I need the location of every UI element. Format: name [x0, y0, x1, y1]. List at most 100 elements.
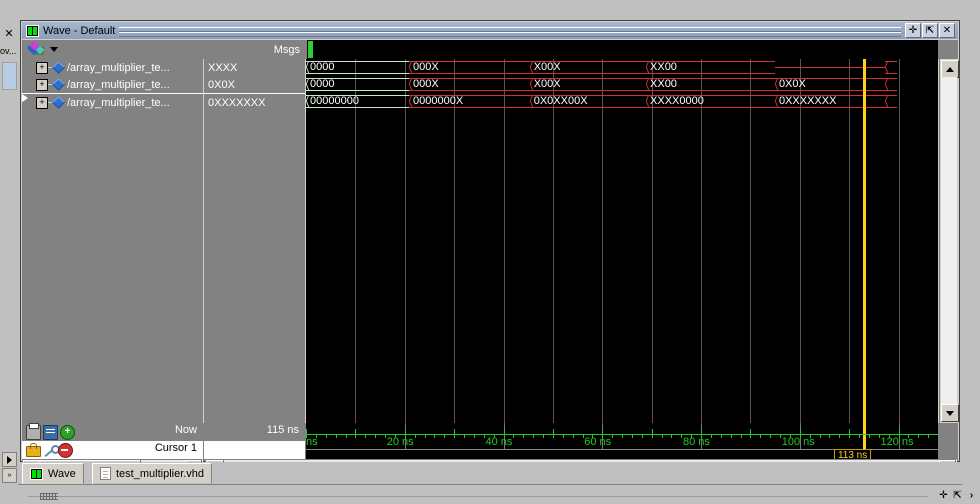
waveform-transition: [644, 95, 649, 108]
left-dock-close-icon[interactable]: ✕: [1, 26, 17, 42]
wave-gridline: [504, 59, 505, 423]
cursor1-value-row[interactable]: 113 ns: [204, 441, 305, 459]
time-origin-marker: [308, 41, 313, 58]
signal-value-2: 0XXXXXXX: [208, 96, 266, 109]
waveform-row-1[interactable]: 0000 000X X00X XX00 0X0X: [306, 76, 938, 93]
expand-signal-icon[interactable]: +: [36, 96, 48, 109]
cursor1-label: Cursor 1: [154, 442, 197, 454]
waveform-segment: XX00: [646, 61, 775, 74]
cursor-icons: [26, 442, 73, 458]
modelsim-wave-window: ✕ ov... » Wave - Default ✛ ⇱ ✕ Msgs + /a…: [0, 0, 980, 504]
maximize-button[interactable]: ⇱: [922, 23, 938, 38]
document-tab-icon: [100, 467, 111, 480]
wave-header-strip: [307, 40, 938, 59]
scroll-up-button[interactable]: [941, 60, 959, 78]
signal-name: /array_multiplier_te...: [67, 61, 170, 74]
top-strip: [0, 0, 980, 18]
left-dock-scroll-right-button[interactable]: [2, 452, 17, 467]
ruler-label-80: 80 ns: [683, 436, 710, 448]
wave-body: + /array_multiplier_te... + /array_multipli…: [22, 59, 959, 423]
cursor1-row[interactable]: Cursor 1: [22, 441, 203, 459]
cursor-line[interactable]: [862, 59, 866, 423]
signal-row-1[interactable]: + /array_multiplier_te...: [22, 76, 203, 93]
object-menu[interactable]: [23, 40, 205, 59]
ruler-label-60: 60 ns: [584, 436, 612, 448]
add-cursor-icon[interactable]: +: [60, 424, 75, 440]
waveform-segment: X00X: [529, 78, 646, 91]
waveform-transition: [773, 95, 778, 108]
vertical-scroll-track[interactable]: [941, 77, 957, 405]
lock-cursor-icon[interactable]: [26, 442, 41, 457]
configure-cursor-icon[interactable]: [43, 444, 60, 457]
wave-gridline: [355, 59, 356, 423]
waveform-segment-label: 0000000X: [413, 95, 464, 107]
tab-test-multiplier[interactable]: test_multiplier.vhd: [92, 463, 213, 484]
waveform-segment-label: XXXX0000: [650, 95, 704, 107]
waveform-transition: [644, 78, 649, 91]
waveform-segment: X00X: [529, 61, 646, 74]
waveform-segment-label: 0000: [310, 78, 335, 90]
left-dock-strip: ✕ ov... »: [0, 18, 18, 483]
ruler-baseline: [306, 434, 938, 435]
waveform-segment-label: 000X: [413, 61, 439, 73]
time-ruler[interactable]: ns 20 ns 40 ns 60 ns 80 ns 100 ns 120 ns 113 n…: [306, 423, 938, 461]
delete-cursor-icon[interactable]: [58, 442, 73, 458]
waveform-segment: 0XXXXXXX: [774, 95, 885, 108]
titlebar-buttons: ✛ ⇱ ✕: [905, 23, 955, 38]
cursor-values: 115 ns 113 ns: [204, 423, 305, 461]
wave-gridline: [652, 59, 653, 423]
expand-signal-icon[interactable]: +: [36, 78, 48, 91]
wave-gridline: [405, 59, 406, 423]
signal-diamond-icon: [52, 78, 65, 91]
expand-signal-icon[interactable]: +: [36, 61, 48, 74]
scroll-down-button[interactable]: [941, 404, 959, 422]
tab-test-multiplier-label: test_multiplier.vhd: [116, 467, 205, 480]
waveform-transition: [407, 78, 412, 91]
waveform-segment-label: 0000: [310, 61, 335, 73]
wave-header-corner: [939, 40, 958, 59]
annotation-icon[interactable]: [43, 424, 58, 440]
waveform-transition: [773, 78, 778, 91]
tab-wave-label: Wave: [48, 467, 76, 480]
cursor-panel-corner: [939, 423, 958, 461]
wave-vertical-scrollbar[interactable]: [939, 59, 959, 423]
tab-wave[interactable]: Wave: [22, 463, 84, 484]
wave-gridline: [899, 59, 900, 423]
print-icon[interactable]: [26, 422, 41, 440]
wave-header-row: Msgs: [22, 40, 958, 59]
waveform-transition: [306, 95, 309, 108]
signal-value-0: XXXX: [208, 61, 238, 74]
signal-value-1: 0X0X: [208, 78, 235, 91]
signal-values-pane[interactable]: XXXX 0X0X 0XXXXXXX: [204, 59, 305, 423]
waveform-transition: [883, 95, 888, 108]
waveform-transition: [644, 61, 649, 74]
wave-gridline: [849, 59, 850, 423]
waveform-segment-label: 0XXXXXXX: [778, 95, 837, 107]
undock-button[interactable]: ✛: [905, 23, 921, 38]
waveform-transition: [528, 95, 533, 108]
waveform-row-2[interactable]: 00000000 0000000X 0X0XX00X XXXX0000 0XXXXXXX: [306, 93, 938, 110]
waveform-transition: [883, 61, 888, 74]
selected-signal-marker: [22, 94, 28, 102]
status-grip[interactable]: [40, 493, 58, 500]
time-ruler-pane[interactable]: ns 20 ns 40 ns 60 ns 80 ns 100 ns 120 ns 113 n…: [306, 423, 938, 461]
status-maximize-button[interactable]: ⇱: [951, 490, 964, 502]
waveform-segment: 000X: [409, 61, 530, 74]
waveform-transition: [407, 95, 412, 108]
waveform-transition: [528, 78, 533, 91]
now-icons: +: [26, 422, 75, 440]
waveform-pane[interactable]: 0000 000X X00X XX00 0000 000X X00X XX00 0X0X 0000…: [306, 59, 938, 423]
waveform-segment: XXXX0000: [646, 95, 775, 108]
waveform-row-0[interactable]: 0000 000X X00X XX00: [306, 59, 938, 76]
left-dock-expand-button[interactable]: »: [2, 468, 17, 483]
status-undock-button[interactable]: ✛: [937, 490, 950, 502]
chevron-down-icon[interactable]: [50, 47, 58, 52]
close-button[interactable]: ✕: [939, 23, 955, 38]
wave-window-titlebar[interactable]: Wave - Default ✛ ⇱ ✕: [22, 22, 958, 39]
signal-names-pane[interactable]: + /array_multiplier_te... + /array_multipli…: [22, 59, 203, 423]
status-close-button[interactable]: ›: [965, 490, 978, 502]
objects-gem-icon: [26, 40, 46, 57]
waveform-segment-label: 000X: [413, 78, 439, 90]
signal-row-0[interactable]: + /array_multiplier_te...: [22, 59, 203, 76]
signal-row-2[interactable]: + /array_multiplier_te...: [22, 94, 203, 111]
